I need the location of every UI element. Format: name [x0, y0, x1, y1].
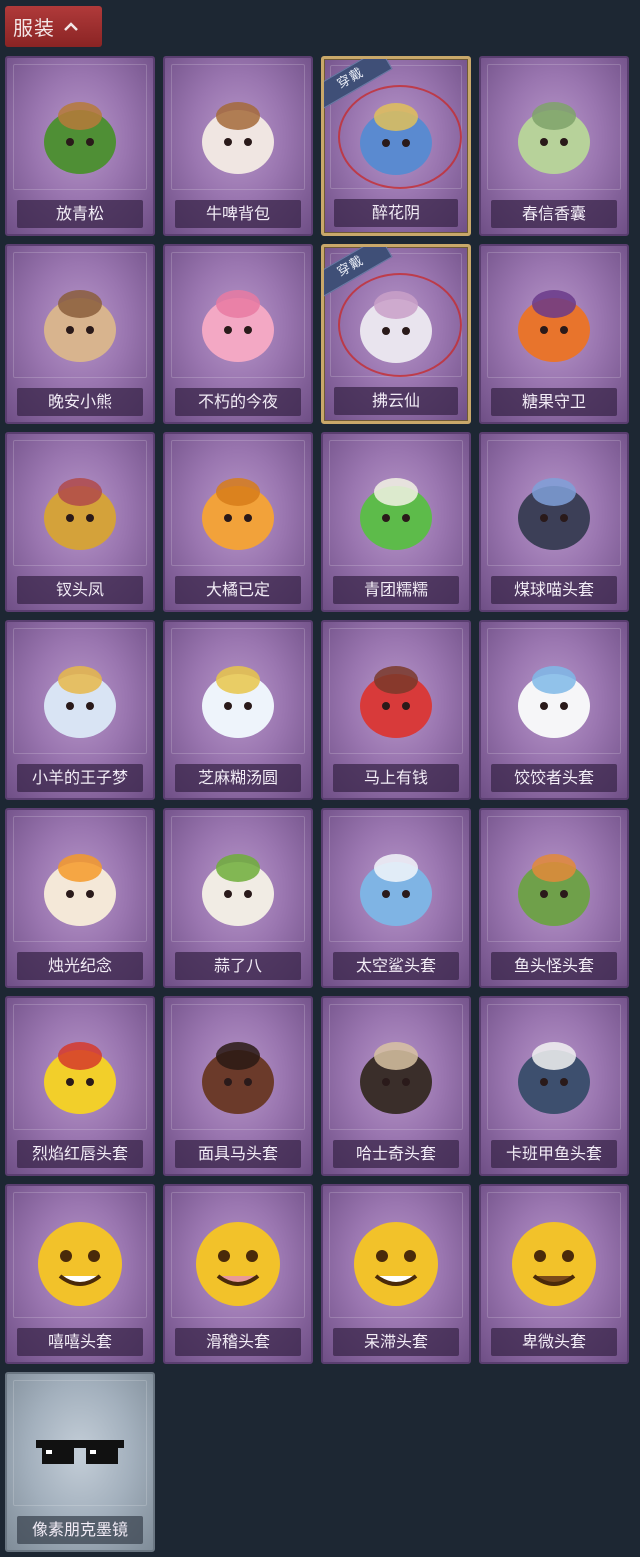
- green-rice-ball-icon: [348, 464, 444, 560]
- grin-emoji-head-icon: [32, 1216, 128, 1312]
- item-label: 放青松: [17, 200, 143, 228]
- horse-mask-icon: [190, 1028, 286, 1124]
- item-card[interactable]: 太空鲨头套: [321, 808, 471, 988]
- item-label: 醉花阴: [334, 199, 458, 227]
- item-card[interactable]: 放青松: [5, 56, 155, 236]
- item-label: 哈士奇头套: [333, 1140, 459, 1168]
- cloud-fairy-pendant-icon: [348, 277, 444, 373]
- section-title: 服装: [13, 16, 55, 40]
- item-card[interactable]: 马上有钱: [321, 620, 471, 800]
- item-card[interactable]: 面具马头套: [163, 996, 313, 1176]
- item-card[interactable]: 醉花阴 穿戴: [321, 56, 471, 236]
- item-grid: 放青松 牛啤背包 醉花阴 穿戴 春信香囊 晚安小熊 不朽的今夜 拂云仙 穿戴 糖果守…: [5, 56, 631, 1552]
- item-label: 呆滞头套: [333, 1328, 459, 1356]
- item-label: 卑微头套: [491, 1328, 617, 1356]
- item-card[interactable]: 哈士奇头套: [321, 996, 471, 1176]
- item-label: 钗头凤: [17, 576, 143, 604]
- item-card[interactable]: 大橘已定: [163, 432, 313, 612]
- item-card[interactable]: 煤球喵头套: [479, 432, 629, 612]
- item-label: 嘻嘻头套: [17, 1328, 143, 1356]
- item-label: 煤球喵头套: [491, 576, 617, 604]
- smirk-emoji-head-icon: [190, 1216, 286, 1312]
- item-label: 大橘已定: [175, 576, 301, 604]
- item-card[interactable]: 像素朋克墨镜: [5, 1372, 155, 1552]
- turtle-head-icon: [506, 1028, 602, 1124]
- dumpling-head-icon: [506, 652, 602, 748]
- cow-beer-mug-icon: [190, 88, 286, 184]
- item-card[interactable]: 晚安小熊: [5, 244, 155, 424]
- item-label: 小羊的王子梦: [17, 764, 143, 792]
- item-card[interactable]: 滑稽头套: [163, 1184, 313, 1364]
- item-card[interactable]: 饺饺者头套: [479, 620, 629, 800]
- timid-emoji-head-icon: [506, 1216, 602, 1312]
- item-label: 面具马头套: [175, 1140, 301, 1168]
- item-label: 饺饺者头套: [491, 764, 617, 792]
- item-label: 春信香囊: [491, 200, 617, 228]
- sachet-icon: [506, 88, 602, 184]
- shark-head-icon: [348, 840, 444, 936]
- red-horse-head-icon: [348, 652, 444, 748]
- candle-head-icon: [32, 840, 128, 936]
- item-label: 卡班甲鱼头套: [491, 1140, 617, 1168]
- item-card[interactable]: 拂云仙 穿戴: [321, 244, 471, 424]
- item-label: 青团糯糯: [333, 576, 459, 604]
- garlic-head-icon: [190, 840, 286, 936]
- item-card[interactable]: 鱼头怪头套: [479, 808, 629, 988]
- item-card[interactable]: 烛光纪念: [5, 808, 155, 988]
- item-card[interactable]: 春信香囊: [479, 56, 629, 236]
- black-cat-head-icon: [506, 464, 602, 560]
- item-card[interactable]: 卡班甲鱼头套: [479, 996, 629, 1176]
- item-label: 烛光纪念: [17, 952, 143, 980]
- item-card[interactable]: 卑微头套: [479, 1184, 629, 1364]
- phoenix-crown-doll-icon: [32, 464, 128, 560]
- item-card[interactable]: 蒜了八: [163, 808, 313, 988]
- husky-head-icon: [348, 1028, 444, 1124]
- bonsai-pine-icon: [32, 88, 128, 184]
- item-card[interactable]: 糖果守卫: [479, 244, 629, 424]
- item-label: 滑稽头套: [175, 1328, 301, 1356]
- pink-cat-cup-icon: [190, 276, 286, 372]
- item-label: 芝麻糊汤圆: [175, 764, 301, 792]
- item-label: 像素朋克墨镜: [17, 1516, 143, 1544]
- item-label: 拂云仙: [334, 387, 458, 415]
- chevron-up-icon: [61, 17, 81, 37]
- fish-monster-head-icon: [506, 840, 602, 936]
- stare-emoji-head-icon: [348, 1216, 444, 1312]
- item-label: 烈焰红唇头套: [17, 1140, 143, 1168]
- item-label: 糖果守卫: [491, 388, 617, 416]
- item-card[interactable]: 青团糯糯: [321, 432, 471, 612]
- yellow-mouse-head-icon: [32, 1028, 128, 1124]
- item-card[interactable]: 小羊的王子梦: [5, 620, 155, 800]
- item-card[interactable]: 牛啤背包: [163, 56, 313, 236]
- item-label: 晚安小熊: [17, 388, 143, 416]
- item-label: 太空鲨头套: [333, 952, 459, 980]
- item-label: 蒜了八: [175, 952, 301, 980]
- rice-dumpling-icon: [190, 652, 286, 748]
- item-label: 牛啤背包: [175, 200, 301, 228]
- item-label: 马上有钱: [333, 764, 459, 792]
- item-card[interactable]: 钗头凤: [5, 432, 155, 612]
- item-card[interactable]: 呆滞头套: [321, 1184, 471, 1364]
- item-label: 鱼头怪头套: [491, 952, 617, 980]
- pumpkin-guard-icon: [506, 276, 602, 372]
- teddy-bear-icon: [32, 276, 128, 372]
- sheep-crown-icon: [32, 652, 128, 748]
- flower-ornament-icon: [348, 89, 444, 185]
- item-card[interactable]: 嘻嘻头套: [5, 1184, 155, 1364]
- item-card[interactable]: 不朽的今夜: [163, 244, 313, 424]
- section-tab-clothing[interactable]: 服装: [5, 6, 102, 47]
- item-card[interactable]: 芝麻糊汤圆: [163, 620, 313, 800]
- item-label: 不朽的今夜: [175, 388, 301, 416]
- orange-slice-icon: [190, 464, 286, 560]
- pixel-sunglasses-icon: [32, 1404, 128, 1500]
- item-card[interactable]: 烈焰红唇头套: [5, 996, 155, 1176]
